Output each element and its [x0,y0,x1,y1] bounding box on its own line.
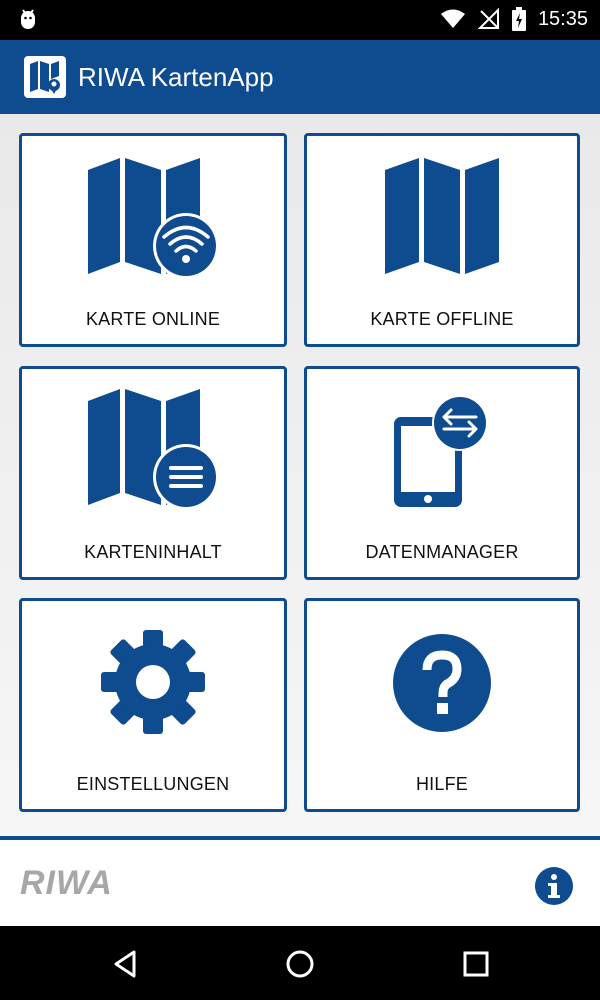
footer: RIWA [0,840,600,926]
tile-label: DATENMANAGER [365,542,519,562]
main-menu-grid: KARTE ONLINE KARTE OFFLINE KARTENINHALT … [0,114,600,836]
karte-offline-tile[interactable]: KARTE OFFLINE [304,133,580,347]
brand-logo: RIWA [20,864,113,902]
tile-label: KARTE ONLINE [85,309,221,329]
tile-label: EINSTELLUNGEN [76,774,230,794]
status-bar: 15:35 [0,0,600,40]
info-icon[interactable] [534,866,574,906]
hilfe-tile[interactable]: HILFE [304,598,580,812]
tile-label: HILFE [415,774,468,794]
tile-label: KARTENINHALT [84,542,222,562]
map-icon [383,158,501,281]
help-icon [392,633,492,738]
app-bar: RIWA KartenApp [0,40,600,114]
battery-charging-icon [511,7,526,31]
einstellungen-tile[interactable]: EINSTELLUNGEN [19,598,287,812]
karte-online-tile[interactable]: KARTE ONLINE [19,133,287,347]
home-icon[interactable] [284,948,316,980]
wifi-icon [440,9,465,28]
gear-icon [100,629,206,740]
recents-icon[interactable] [460,948,492,980]
karteninhalt-tile[interactable]: KARTENINHALT [19,366,287,580]
app-title: RIWA KartenApp [78,62,274,92]
tablet-sync-icon [392,395,492,516]
android-debug-icon [18,8,38,37]
no-signal-icon [477,8,499,29]
tile-label: KARTE OFFLINE [370,309,514,329]
datenmanager-tile[interactable]: DATENMANAGER [304,366,580,580]
map-wifi-icon [86,158,220,285]
map-list-icon [86,389,220,516]
navigation-bar [0,926,600,1000]
status-time: 15:35 [537,7,588,30]
map-pin-app-icon [24,56,66,98]
back-icon[interactable] [110,948,142,980]
